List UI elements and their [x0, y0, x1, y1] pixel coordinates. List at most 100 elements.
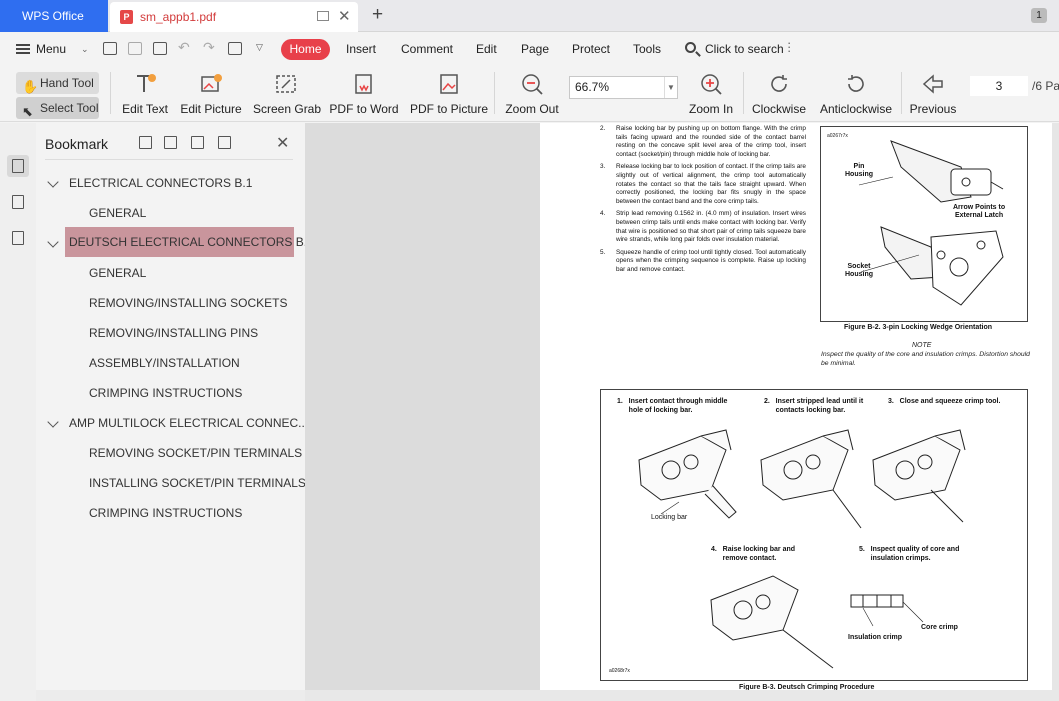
app-tab[interactable]: WPS Office: [0, 0, 108, 32]
page-number-input[interactable]: 3: [970, 76, 1028, 96]
bookmark-item[interactable]: AMP MULTILOCK ELECTRICAL CONNEC...: [69, 416, 308, 430]
procedure-step: 3. Release locking bar to lock position o…: [600, 163, 806, 206]
document-tab-label: sm_appb1.pdf: [140, 10, 217, 24]
window-count-badge[interactable]: 1: [1031, 8, 1047, 23]
crimp-tool-illustration: [638, 429, 966, 669]
step-number: 2.: [600, 125, 606, 132]
menu-chevron-icon[interactable]: ⌄: [81, 44, 89, 55]
bookmark-panel-button[interactable]: [7, 155, 29, 177]
edit-text-label: Edit Text: [122, 102, 168, 116]
bookmark-options-icon[interactable]: [218, 136, 231, 149]
previous-page-button[interactable]: Previous: [908, 66, 958, 122]
more-options-icon[interactable]: · · ·: [787, 36, 791, 57]
side-rail: [0, 123, 36, 701]
more-chevron-icon[interactable]: ▽: [256, 42, 263, 53]
new-tab-button[interactable]: +: [372, 4, 383, 26]
pdf-to-picture-icon: [437, 72, 461, 96]
horizontal-scrollbar[interactable]: [305, 690, 1059, 701]
menu-button[interactable]: Menu: [36, 42, 66, 56]
tab-insert[interactable]: Insert: [346, 42, 376, 56]
chevron-down-icon[interactable]: ▼: [664, 77, 677, 98]
remove-bookmark-icon[interactable]: [164, 136, 177, 149]
ribbon-separator: [494, 72, 495, 114]
print-icon[interactable]: [153, 42, 167, 55]
select-tool-button[interactable]: ⬉ Select Tool: [16, 97, 99, 119]
tab-edit[interactable]: Edit: [476, 42, 497, 56]
document-viewport[interactable]: 2. Raise locking bar by pushing up on bot…: [305, 123, 1059, 701]
tab-page[interactable]: Page: [521, 42, 549, 56]
bookmark-panel: Bookmark ✕ ELECTRICAL CONNECTORS B.1 GEN…: [36, 123, 314, 690]
bookmark-item[interactable]: CRIMPING INSTRUCTIONS: [89, 386, 242, 400]
expand-bookmark-icon[interactable]: [191, 136, 204, 149]
divider: [45, 159, 293, 160]
zoom-out-icon: [520, 72, 544, 96]
monitor-icon[interactable]: [317, 11, 329, 21]
hand-tool-button[interactable]: ✋ Hand Tool: [16, 72, 99, 94]
pdf-to-picture-label: PDF to Picture: [410, 102, 489, 116]
hamburger-icon[interactable]: [16, 44, 30, 54]
zoom-in-label: Zoom In: [688, 102, 733, 116]
clockwise-button[interactable]: Clockwise: [750, 66, 808, 122]
screen-grab-icon: [274, 72, 298, 96]
pdf-to-word-button[interactable]: PDF to Word: [329, 66, 399, 122]
chevron-down-icon[interactable]: [47, 236, 59, 248]
procedure-steps: 2. Raise locking bar by pushing up on bot…: [600, 125, 806, 279]
redo-icon[interactable]: ↷: [203, 39, 215, 56]
ribbon-separator: [743, 72, 744, 114]
note-title: NOTE: [912, 342, 932, 349]
step-text: Squeeze handle of crimp tool until tight…: [616, 248, 806, 273]
vertical-scrollbar[interactable]: [1052, 123, 1059, 701]
export-icon[interactable]: [228, 42, 242, 55]
document-tab[interactable]: P sm_appb1.pdf ✕: [110, 2, 358, 32]
zoom-select[interactable]: 66.7% ▼: [569, 76, 678, 99]
search-icon[interactable]: [685, 42, 696, 53]
bookmark-item[interactable]: GENERAL: [89, 266, 146, 280]
thumbnail-panel-button[interactable]: [7, 191, 29, 213]
bookmark-item[interactable]: REMOVING SOCKET/PIN TERMINALS: [89, 446, 302, 460]
undo-icon[interactable]: ↶: [178, 39, 190, 56]
tab-comment[interactable]: Comment: [401, 42, 453, 56]
anticlockwise-button[interactable]: Anticlockwise: [818, 66, 894, 122]
procedure-step: 2. Raise locking bar by pushing up on bot…: [600, 125, 806, 159]
zoom-out-button[interactable]: Zoom Out: [503, 66, 561, 122]
hand-tool-label: Hand Tool: [40, 76, 94, 90]
screen-grab-button[interactable]: Screen Grab: [253, 66, 321, 122]
chevron-down-icon[interactable]: [47, 416, 59, 428]
close-tab-icon[interactable]: ✕: [338, 7, 351, 25]
page-total: /6 Pag: [1032, 79, 1059, 93]
pdf-to-picture-button[interactable]: PDF to Picture: [410, 66, 488, 122]
note-body: Inspect the quality of the core and insu…: [821, 351, 1030, 367]
bookmark-item[interactable]: INSTALLING SOCKET/PIN TERMINALS: [89, 476, 306, 490]
hand-icon: ✋: [22, 79, 39, 94]
open-icon[interactable]: [103, 42, 117, 55]
close-icon[interactable]: ✕: [276, 133, 289, 153]
attachment-panel-button[interactable]: [7, 227, 29, 249]
tab-home[interactable]: Home: [281, 39, 330, 60]
bookmark-item[interactable]: CRIMPING INSTRUCTIONS: [89, 506, 242, 520]
ribbon-separator: [110, 72, 111, 114]
edit-text-button[interactable]: Edit Text: [120, 66, 170, 122]
bookmark-item[interactable]: GENERAL: [89, 206, 146, 220]
bookmark-item-selected[interactable]: DEUTSCH ELECTRICAL CONNECTORS B.2: [65, 227, 314, 257]
save-icon[interactable]: [128, 42, 142, 55]
add-bookmark-icon[interactable]: [139, 136, 152, 149]
bookmark-panel-title: Bookmark: [45, 136, 109, 152]
pin-housing-label: Pin Housing: [845, 163, 873, 178]
bookmark-item[interactable]: ASSEMBLY/INSTALLATION: [89, 356, 240, 370]
export-image-icon: [12, 231, 24, 245]
edit-picture-button[interactable]: Edit Picture: [180, 66, 242, 122]
edit-picture-label: Edit Picture: [180, 102, 242, 116]
bookmark-item[interactable]: REMOVING/INSTALLING PINS: [89, 326, 258, 340]
search-box[interactable]: Click to search: [705, 42, 784, 56]
chevron-down-icon[interactable]: [47, 176, 59, 188]
figure-tag: a0268r7x: [609, 668, 630, 674]
connector-illustration: [858, 140, 1004, 306]
pdf-page: 2. Raise locking bar by pushing up on bot…: [540, 123, 1059, 695]
zoom-in-button[interactable]: Zoom In: [686, 66, 736, 122]
tab-tools[interactable]: Tools: [633, 42, 661, 56]
bookmark-item[interactable]: ELECTRICAL CONNECTORS B.1: [69, 176, 252, 190]
arrow-points-label: Arrow Points to External Latch: [953, 204, 1006, 219]
tab-protect[interactable]: Protect: [572, 42, 610, 56]
step-text: Strip lead removing 0.1562 in. (4.0 mm) …: [616, 210, 806, 244]
bookmark-item[interactable]: REMOVING/INSTALLING SOCKETS: [89, 296, 287, 310]
